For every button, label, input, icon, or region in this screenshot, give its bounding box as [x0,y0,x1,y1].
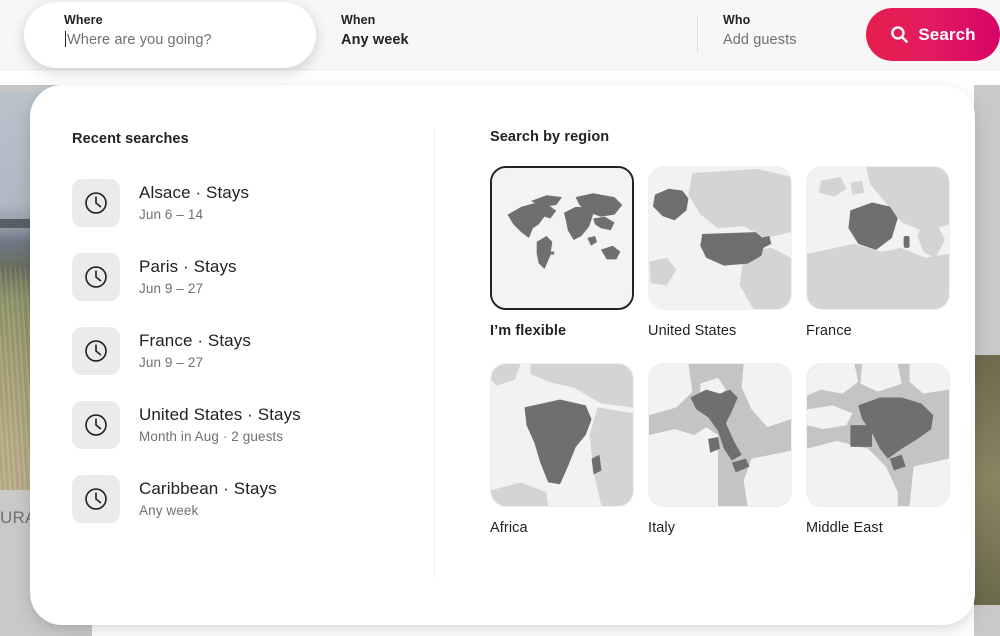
region-card-italy[interactable]: Italy [648,363,792,538]
recent-search-title: Paris · Stays [139,257,237,276]
recent-search-title: Caribbean · Stays [139,479,277,498]
recent-search-item[interactable]: Caribbean · Stays Any week [72,462,422,536]
region-grid: I’m flexible United States France Africa Ita… [490,166,960,538]
region-card-label: France [806,323,852,339]
recent-search-texts: Caribbean · Stays Any week [139,478,277,520]
search-button-label: Search [918,24,976,44]
recent-search-subtitle: Any week [139,503,199,518]
region-card-middle-east[interactable]: Middle East [806,363,950,538]
where-input[interactable]: Where are you going? [64,31,212,50]
recent-searches-title: Recent searches [72,131,189,147]
region-map-thumbnail [806,363,950,507]
panel-column-divider [434,130,435,578]
region-map-thumbnail [806,166,950,310]
recent-search-subtitle: Jun 9 – 27 [139,355,204,370]
recent-search-subtitle: Jun 6 – 14 [139,207,204,222]
recent-search-texts: France · Stays Jun 9 – 27 [139,330,251,372]
recent-search-title: Alsace · Stays [139,183,250,202]
recent-search-subtitle: Month in Aug · 2 guests [139,429,284,444]
region-card-label: Middle East [806,520,883,536]
text-caret [65,31,66,47]
region-card-usa[interactable]: United States [648,166,792,341]
recent-search-item[interactable]: Paris · Stays Jun 9 – 27 [72,240,422,314]
clock-icon [72,401,120,449]
region-card-france[interactable]: France [806,166,950,341]
clock-icon [72,179,120,227]
region-card-africa[interactable]: Africa [490,363,634,538]
background-right-column [974,85,1000,636]
who-field[interactable]: Who Add guests [723,12,797,50]
recent-search-subtitle: Jun 9 – 27 [139,281,204,296]
search-by-region-section: Search by region I’m flexible United Stat… [490,129,960,538]
search-button[interactable]: Search [866,8,1000,61]
region-card-label: I’m flexible [490,323,567,339]
where-placeholder: Where are you going? [67,32,212,48]
when-field[interactable]: When Any week [341,12,409,50]
recent-searches-section: Recent searches Alsace · Stays Jun 6 – 14… [72,131,422,536]
search-icon [890,25,909,44]
background-right-photo [974,355,1000,605]
recent-search-item[interactable]: France · Stays Jun 9 – 27 [72,314,422,388]
recent-search-title: United States · Stays [139,405,301,424]
clock-icon [72,253,120,301]
recent-searches-list: Alsace · Stays Jun 6 – 14 Paris · Stays Jun… [72,166,422,536]
where-label: Where [64,13,103,27]
clock-icon [72,327,120,375]
who-value: Add guests [723,32,797,48]
recent-search-texts: Alsace · Stays Jun 6 – 14 [139,182,249,224]
who-label: Who [723,13,751,27]
recent-search-item[interactable]: United States · Stays Month in Aug · 2 gu… [72,388,422,462]
when-value: Any week [341,32,409,48]
region-card-label: Africa [490,520,528,536]
recent-search-item[interactable]: Alsace · Stays Jun 6 – 14 [72,166,422,240]
clock-icon [72,475,120,523]
recent-search-texts: United States · Stays Month in Aug · 2 gu… [139,404,301,446]
region-map-thumbnail [490,166,634,310]
region-map-thumbnail [648,166,792,310]
where-field[interactable]: Where Where are you going? [64,12,212,50]
recent-search-texts: Paris · Stays Jun 9 – 27 [139,256,237,298]
region-card-label: Italy [648,520,676,536]
when-label: When [341,13,376,27]
region-card-world[interactable]: I’m flexible [490,166,634,341]
region-map-thumbnail [490,363,634,507]
search-bar: Where Where are you going? When Any week… [0,0,1000,70]
region-card-label: United States [648,323,737,339]
search-by-region-title: Search by region [490,129,610,145]
region-map-thumbnail [648,363,792,507]
search-dropdown-panel: Recent searches Alsace · Stays Jun 6 – 14… [30,85,975,625]
field-divider [697,16,698,53]
recent-search-title: France · Stays [139,331,251,350]
